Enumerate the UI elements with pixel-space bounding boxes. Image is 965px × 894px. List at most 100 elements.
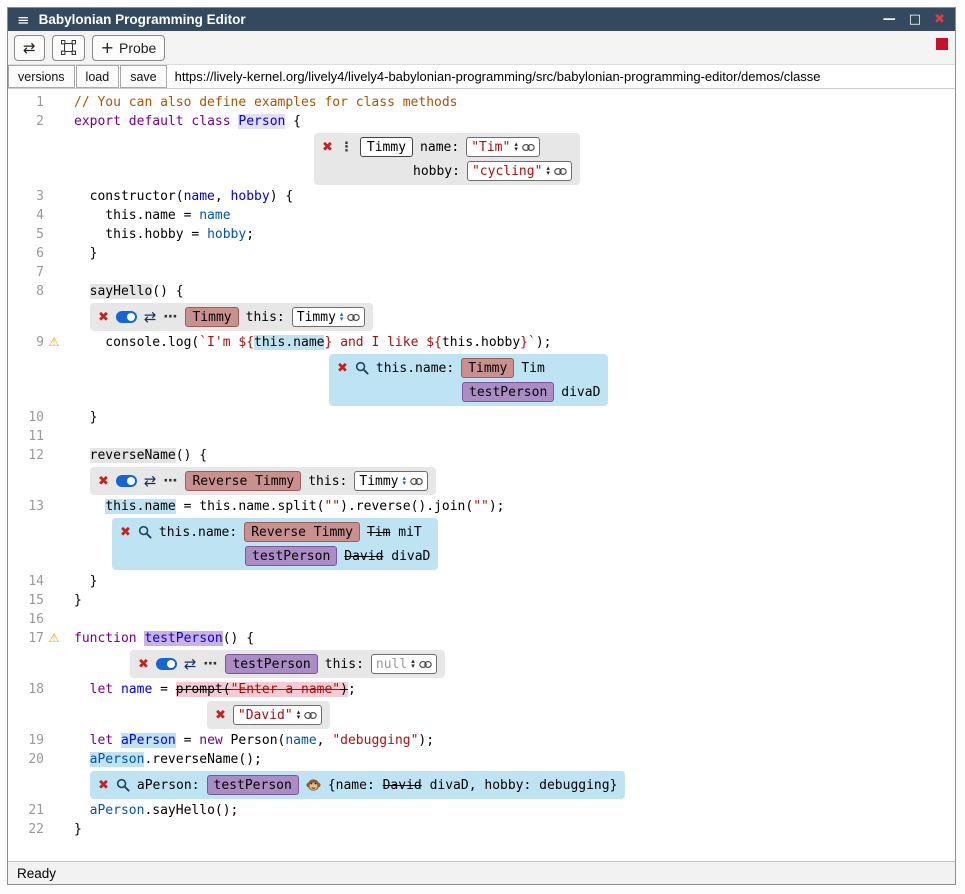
code-line[interactable]: 17⚠function testPerson() { <box>8 629 955 648</box>
code-line[interactable]: 15} <box>8 591 955 610</box>
code-token: ).reverse().join( <box>340 499 473 514</box>
probe-widget-row[interactable]: ✖this.name:TimmyTimtestPersondivaD <box>8 352 955 408</box>
close-button[interactable]: ✖ <box>934 12 945 27</box>
code-line[interactable]: 3 constructor(name, hobby) { <box>8 187 955 206</box>
spinner-icon[interactable]: ▴▾ <box>297 710 301 720</box>
example-widget-row[interactable]: ✖⇄⋯Reverse Timmythis:Timmy▴▾ <box>8 465 955 497</box>
spinner-icon[interactable]: ▴▾ <box>411 659 415 669</box>
close-icon[interactable]: ✖ <box>138 657 149 672</box>
close-icon[interactable]: ✖ <box>215 708 226 723</box>
monkey-icon[interactable] <box>306 778 321 792</box>
spinner-icon[interactable]: ▴▾ <box>340 312 344 322</box>
url-field[interactable]: https://lively-kernel.org/lively4/lively… <box>168 65 955 88</box>
magnifier-icon[interactable] <box>138 525 152 539</box>
code-line[interactable]: 16 <box>8 610 955 629</box>
code-line[interactable]: 20 aPerson.reverseName(); <box>8 750 955 769</box>
more-options-icon[interactable]: ⋯ <box>163 473 178 489</box>
spinner-icon[interactable]: ▴▾ <box>546 166 550 176</box>
code-line[interactable]: 13 this.name = this.name.split("").rever… <box>8 497 955 516</box>
minimize-button[interactable]: — <box>883 12 896 27</box>
value-input[interactable]: "Tim"▴▾ <box>466 137 540 157</box>
code-line[interactable]: 2export default class Person { <box>8 112 955 131</box>
code-line[interactable]: 12 reverseName() { <box>8 446 955 465</box>
close-icon[interactable]: ✖ <box>322 140 333 155</box>
more-options-icon[interactable]: ⋯ <box>203 656 218 672</box>
code-line[interactable]: 19 let aPerson = new Person(name, "debug… <box>8 731 955 750</box>
value-input[interactable]: null▴▾ <box>371 654 437 674</box>
code-line[interactable]: 7 <box>8 263 955 282</box>
code-line[interactable]: 8 sayHello() { <box>8 282 955 301</box>
title-bar[interactable]: ≡ Babylonian Programming Editor — □ ✖ <box>8 8 955 31</box>
magnifier-icon[interactable] <box>355 361 369 375</box>
link-icon[interactable] <box>554 167 567 176</box>
spinner-icon[interactable]: ▴▾ <box>514 142 518 152</box>
code-line[interactable]: 6 } <box>8 244 955 263</box>
toolbar: ⇄ + Probe <box>8 31 955 65</box>
example-widget-row[interactable]: ✖⇄⋯testPersonthis:null▴▾ <box>8 648 955 680</box>
close-icon[interactable]: ✖ <box>98 474 109 489</box>
add-probe-button[interactable]: + Probe <box>92 35 166 61</box>
value-input[interactable]: Timmy▴▾ <box>354 471 428 491</box>
widget-line: hobby:"cycling"▴▾ <box>322 160 572 182</box>
example-widget-row[interactable]: ✖⇄⋯Timmythis:Timmy▴▾ <box>8 301 955 333</box>
example-badge[interactable]: testPerson <box>207 775 299 795</box>
drag-handle-icon[interactable]: ⋮ <box>340 140 353 155</box>
code-line[interactable]: 22} <box>8 820 955 839</box>
widget-label: name: <box>420 140 459 155</box>
code-token: Person <box>238 114 285 129</box>
sync-button[interactable]: ⇄ <box>14 35 45 61</box>
example-widget-row[interactable]: ✖ ⋮ Timmy name: "Tim"▴▾ hobby:"cycling"▴▾ <box>8 131 955 187</box>
maximize-button[interactable]: □ <box>909 12 921 27</box>
probe-widget-row[interactable]: ✖this.name:Reverse TimmyTim miTtestPerso… <box>8 516 955 572</box>
close-icon[interactable]: ✖ <box>337 361 348 376</box>
link-icon[interactable] <box>304 711 317 720</box>
link-icon[interactable] <box>347 313 360 322</box>
example-badge[interactable]: testPerson <box>462 382 554 402</box>
editor[interactable]: 1// You can also define examples for cla… <box>8 89 955 861</box>
menu-icon[interactable]: ≡ <box>17 11 30 29</box>
value-input[interactable]: Timmy▴▾ <box>292 307 366 327</box>
code-line[interactable]: 4 this.name = name <box>8 206 955 225</box>
inspect-frame-button[interactable] <box>52 35 85 61</box>
code-token: , <box>317 733 333 748</box>
swap-icon[interactable]: ⇄ <box>144 472 157 490</box>
example-badge[interactable]: Reverse Timmy <box>185 471 301 491</box>
code-line[interactable]: 1// You can also define examples for cla… <box>8 93 955 112</box>
code-token: "Enter a name" <box>231 682 341 697</box>
save-button[interactable]: save <box>120 65 166 88</box>
close-icon[interactable]: ✖ <box>120 525 131 540</box>
code-line[interactable]: 21 aPerson.sayHello(); <box>8 801 955 820</box>
code-line[interactable]: 18 let name = prompt("Enter a name"); <box>8 680 955 699</box>
replace-widget-row[interactable]: ✖ "David"▴▾ <box>8 699 955 731</box>
toggle-icon[interactable] <box>116 311 137 323</box>
magnifier-icon[interactable] <box>116 778 130 792</box>
close-icon[interactable]: ✖ <box>98 310 109 325</box>
probe-widget-row[interactable]: ✖aPerson:testPerson{name: David divaD, h… <box>8 769 955 801</box>
code-line[interactable]: 9⚠ console.log(`I'm ${this.name} and I l… <box>8 333 955 352</box>
example-badge[interactable]: Timmy <box>185 307 238 327</box>
link-icon[interactable] <box>522 143 535 152</box>
unsaved-indicator[interactable] <box>936 38 948 50</box>
more-options-icon[interactable]: ⋯ <box>163 309 178 325</box>
value-input[interactable]: "cycling"▴▾ <box>467 161 572 181</box>
code-line[interactable]: 11 <box>8 427 955 446</box>
toggle-icon[interactable] <box>156 658 177 670</box>
code-line[interactable]: 5 this.hobby = hobby; <box>8 225 955 244</box>
toggle-icon[interactable] <box>116 475 137 487</box>
value-input[interactable]: "David"▴▾ <box>233 705 322 725</box>
spinner-icon[interactable]: ▴▾ <box>403 476 407 486</box>
code-line[interactable]: 14 } <box>8 572 955 591</box>
swap-icon[interactable]: ⇄ <box>184 655 197 673</box>
versions-button[interactable]: versions <box>8 65 75 88</box>
load-button[interactable]: load <box>76 65 120 88</box>
link-icon[interactable] <box>410 477 423 486</box>
example-badge[interactable]: Timmy <box>461 358 514 378</box>
example-badge[interactable]: Reverse Timmy <box>244 522 360 542</box>
example-badge[interactable]: testPerson <box>245 546 337 566</box>
swap-icon[interactable]: ⇄ <box>144 308 157 326</box>
example-badge[interactable]: testPerson <box>225 654 317 674</box>
link-icon[interactable] <box>419 660 432 669</box>
close-icon[interactable]: ✖ <box>98 778 109 793</box>
code-line[interactable]: 10 } <box>8 408 955 427</box>
example-badge[interactable]: Timmy <box>360 137 413 157</box>
